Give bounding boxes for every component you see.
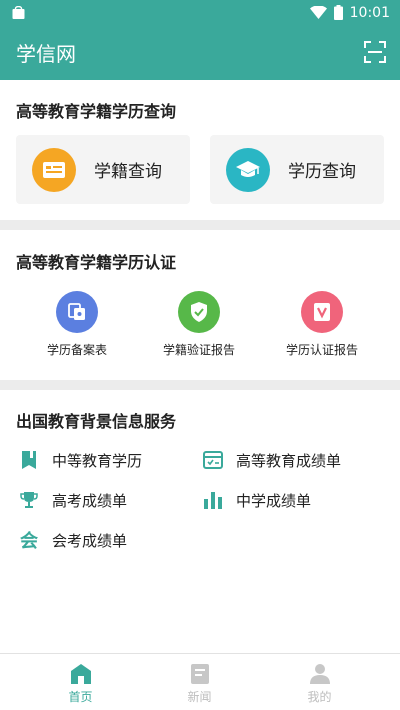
student-status-report-item[interactable]: 学籍验证报告 bbox=[144, 291, 254, 358]
tab-profile-label: 我的 bbox=[307, 690, 332, 704]
gaokao-transcript-item[interactable]: 高考成绩单 bbox=[18, 488, 127, 512]
abroad-section-title: 出国教育背景信息服务 bbox=[16, 412, 177, 431]
section-divider bbox=[0, 220, 400, 230]
education-cert-report-label: 学历认证报告 bbox=[285, 343, 358, 357]
higher-education-transcript-item[interactable]: 高等教育成绩单 bbox=[202, 448, 341, 472]
shield-check-icon bbox=[178, 291, 220, 333]
huikao-transcript-label: 会考成绩单 bbox=[52, 531, 128, 550]
tab-news[interactable]: 新闻 bbox=[133, 654, 266, 710]
bookmark-icon bbox=[18, 449, 40, 471]
student-status-report-label: 学籍验证报告 bbox=[162, 343, 235, 357]
student-status-query-card[interactable]: 学籍查询 bbox=[16, 135, 190, 204]
education-query-label: 学历查询 bbox=[288, 162, 356, 182]
tab-profile[interactable]: 我的 bbox=[253, 654, 386, 710]
scan-icon[interactable] bbox=[364, 41, 386, 63]
hui-char-glyph: 会 bbox=[20, 531, 38, 552]
education-record-form-label: 学历备案表 bbox=[46, 343, 107, 357]
cert-section-title: 高等教育学籍学历认证 bbox=[16, 253, 177, 272]
student-status-query-label: 学籍查询 bbox=[94, 162, 162, 182]
tab-home-label: 首页 bbox=[68, 690, 93, 704]
score-card-icon bbox=[202, 449, 224, 471]
education-query-card[interactable]: 学历查询 bbox=[210, 135, 384, 204]
status-time: 10:01 bbox=[349, 4, 390, 21]
section-divider bbox=[0, 380, 400, 390]
gaokao-transcript-label: 高考成绩单 bbox=[52, 491, 128, 510]
news-icon bbox=[190, 664, 209, 684]
middle-school-transcript-item[interactable]: 中学成绩单 bbox=[202, 488, 311, 512]
middle-school-transcript-label: 中学成绩单 bbox=[236, 491, 312, 510]
higher-education-transcript-label: 高等教育成绩单 bbox=[236, 451, 342, 470]
home-icon bbox=[70, 664, 91, 684]
secondary-education-label: 中等教育学历 bbox=[52, 451, 143, 470]
person-icon bbox=[309, 664, 330, 684]
tab-news-label: 新闻 bbox=[187, 690, 212, 704]
education-cert-report-item[interactable]: 学历认证报告 bbox=[267, 291, 377, 358]
app-title: 学信网 bbox=[16, 42, 76, 66]
battery-icon bbox=[333, 5, 343, 20]
graduation-cap-icon bbox=[226, 147, 270, 192]
hui-char-icon: 会 bbox=[18, 529, 40, 552]
shopping-bag-icon bbox=[12, 6, 25, 19]
tab-home[interactable]: 首页 bbox=[14, 654, 147, 710]
document-copy-icon bbox=[56, 291, 98, 333]
education-record-form-item[interactable]: 学历备案表 bbox=[22, 291, 132, 358]
id-card-icon bbox=[32, 147, 76, 192]
secondary-education-item[interactable]: 中等教育学历 bbox=[18, 448, 142, 472]
v-badge-icon bbox=[301, 291, 343, 333]
status-bar: 10:01 bbox=[0, 0, 400, 25]
app-bar: 学信网 bbox=[0, 25, 400, 80]
bar-chart-icon bbox=[202, 489, 224, 511]
bottom-tab-bar: 首页 新闻 我的 bbox=[0, 653, 400, 710]
wifi-icon bbox=[309, 6, 327, 19]
query-section-title: 高等教育学籍学历查询 bbox=[16, 102, 177, 121]
trophy-icon bbox=[18, 489, 40, 511]
huikao-transcript-item[interactable]: 会 会考成绩单 bbox=[18, 528, 127, 552]
